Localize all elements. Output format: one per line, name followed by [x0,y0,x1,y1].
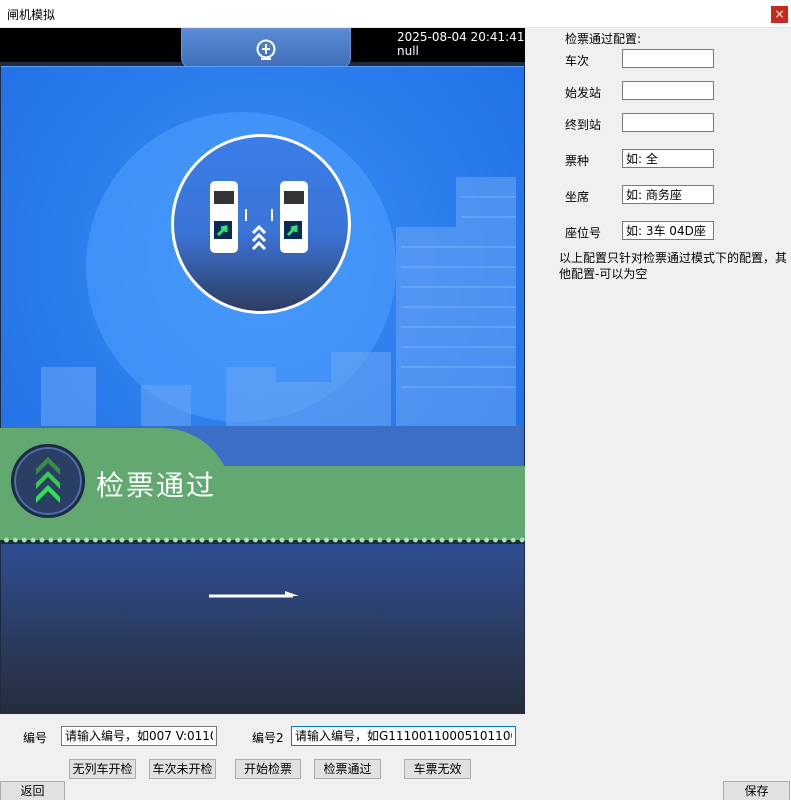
gate-screen: 2025-08-04 20:41:41 null 检票通过 [0,28,525,714]
title-bar: 闸机模拟 × [0,0,791,28]
gate-pass-icon [210,181,308,253]
ticket-type-input[interactable] [622,149,714,168]
status-text: 检票通过 [96,469,217,502]
label-origin-station: 始发站 [565,86,602,100]
id1-label: 编号 [23,731,48,745]
status-line-text: null [397,44,419,58]
back-button[interactable]: 返回 [0,781,65,800]
triple-chevron-up-icon [36,457,60,503]
screen-header-tab [181,28,351,68]
id1-input[interactable] [61,726,217,746]
no-train-button[interactable]: 无列车开检 [69,759,136,779]
terminal-station-input[interactable] [622,113,714,132]
pass-badge [11,444,85,518]
save-button[interactable]: 保存 [723,781,790,800]
right-arrow-icon [209,591,299,598]
close-icon: × [774,7,785,21]
seat-class-input[interactable] [622,185,714,204]
label-seat-class: 坐席 [565,190,590,204]
screen-lower-area [1,544,524,714]
dotted-divider [0,536,525,544]
config-title: 检票通过配置: [565,32,642,46]
seat-number-input[interactable] [622,221,714,240]
label-ticket-type: 票种 [565,154,590,168]
window-title: 闸机模拟 [7,8,56,22]
label-terminal-station: 终到站 [565,118,602,132]
label-train-number: 车次 [565,54,590,68]
gate-status-circle [171,134,351,314]
id2-input[interactable] [291,726,516,746]
id2-label: 编号2 [252,731,284,745]
train-number-input[interactable] [622,49,714,68]
screen-clock: 2025-08-04 20:41:41 null [397,30,524,58]
not-started-button[interactable]: 车次未开检 [149,759,216,779]
check-pass-button[interactable]: 检票通过 [314,759,381,779]
datetime-text: 2025-08-04 20:41:41 [397,30,525,44]
config-note: 以上配置只针对检票通过模式下的配置，其他配置-可以为空 [559,251,788,281]
ticket-invalid-button[interactable]: 车票无效 [404,759,471,779]
origin-station-input[interactable] [622,81,714,100]
railway-logo-icon [256,39,276,60]
start-check-button[interactable]: 开始检票 [235,759,301,779]
label-seat-number: 座位号 [565,226,602,240]
close-button[interactable]: × [771,6,788,23]
